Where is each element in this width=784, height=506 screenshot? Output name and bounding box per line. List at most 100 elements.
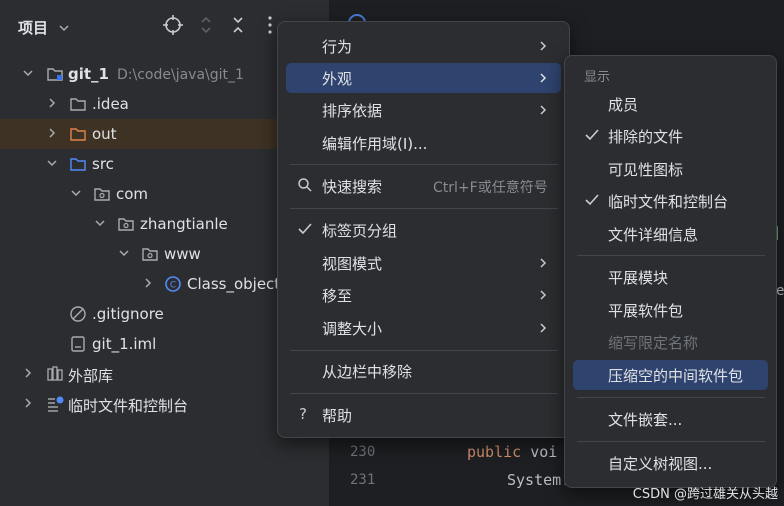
locate-icon[interactable] — [162, 14, 184, 36]
chevron-right-icon — [540, 323, 547, 333]
code-fragment — [776, 226, 784, 240]
tree-label: www — [164, 245, 201, 263]
menu-item-label: 快速搜索 — [322, 178, 383, 196]
menu-item-label: 排序依据 — [322, 102, 383, 120]
menu-item-help[interactable]: ? 帮助 — [286, 400, 561, 430]
tree-label: 临时文件和控制台 — [68, 397, 189, 415]
menu-item-label: 标签页分组 — [322, 222, 398, 240]
source-folder-icon — [70, 158, 86, 171]
menu-item-move-to[interactable]: 移至 — [286, 280, 561, 310]
menu-separator — [577, 255, 765, 256]
submenu-item-compact-middle-packages[interactable]: 压缩空的中间软件包 — [573, 360, 768, 390]
menu-item-shortcut: Ctrl+F或任意符号 — [433, 180, 548, 196]
menu-item-label: 平展软件包 — [608, 302, 684, 320]
tree-label: git_1 D:\code\java\git_1 — [68, 65, 244, 83]
submenu-item-file-nesting[interactable]: 文件嵌套... — [573, 404, 768, 434]
tree-label: .idea — [92, 95, 129, 113]
menu-separator — [577, 441, 765, 442]
menu-item-label: 行为 — [322, 38, 353, 56]
menu-item-remove-from-sidebar[interactable]: 从边栏中移除 — [286, 356, 561, 386]
submenu-section-title: 显示 — [584, 70, 611, 85]
tree-label: .gitignore — [92, 305, 164, 323]
chevron-right-icon — [540, 105, 547, 115]
scratches-icon — [48, 396, 64, 412]
check-icon — [585, 129, 599, 141]
submenu-item-excluded-files[interactable]: 排除的文件 — [573, 121, 768, 151]
watermark: CSDN @跨过雄关从头越 — [632, 487, 778, 502]
ignored-file-icon — [70, 306, 86, 322]
svg-text:C: C — [170, 281, 176, 291]
tree-label: com — [116, 185, 149, 203]
library-icon — [47, 366, 63, 381]
submenu-item-members[interactable]: 成员 — [573, 89, 768, 119]
tree-label: 外部库 — [68, 367, 114, 385]
submenu-item-flatten-modules[interactable]: 平展模块 — [573, 262, 768, 292]
project-path: D:\code\java\git_1 — [117, 67, 244, 83]
java-class-icon: C — [165, 276, 181, 292]
menu-item-label: 编辑作用域(I)... — [322, 135, 428, 153]
folder-icon — [70, 98, 86, 111]
submenu-item-visibility-icons[interactable]: 可见性图标 — [573, 154, 768, 184]
module-file-icon — [71, 336, 85, 352]
menu-item-label: 文件详细信息 — [608, 226, 699, 244]
appearance-submenu: 显示 成员 排除的文件 可见性图标 临时文件和控制台 文件详细信息 平展模块 平… — [564, 55, 777, 488]
menu-item-edit-scopes[interactable]: 编辑作用域(I)... — [286, 128, 561, 158]
chevron-down-icon[interactable] — [58, 22, 70, 34]
code-fragment: e — [776, 283, 784, 299]
check-icon — [298, 223, 312, 235]
menu-item-label: 移至 — [322, 287, 353, 305]
menu-item-label: 排除的文件 — [608, 128, 684, 146]
module-folder-icon — [47, 68, 63, 81]
menu-item-sort-by[interactable]: 排序依据 — [286, 95, 561, 125]
menu-item-label: 临时文件和控制台 — [608, 193, 729, 211]
submenu-item-abbreviate-names: 缩写限定名称 — [573, 327, 768, 357]
submenu-item-scratches[interactable]: 临时文件和控制台 — [573, 186, 768, 216]
project-name: git_1 — [68, 65, 109, 83]
submenu-item-customize-tree-view[interactable]: 自定义树视图... — [573, 448, 768, 478]
panel-title[interactable]: 项目 — [18, 17, 48, 38]
menu-separator — [290, 393, 558, 394]
menu-item-behavior[interactable]: 行为 — [286, 31, 561, 61]
menu-item-view-mode[interactable]: 视图模式 — [286, 248, 561, 278]
chevron-right-icon — [540, 41, 547, 51]
menu-item-appearance[interactable]: 外观 — [286, 63, 561, 93]
code-text: voi — [521, 443, 558, 461]
menu-item-label: 缩写限定名称 — [608, 334, 699, 352]
tree-label: zhangtianle — [140, 215, 228, 233]
tree-label: src — [92, 155, 114, 173]
package-icon — [94, 188, 110, 201]
expand-all-icon[interactable] — [195, 14, 217, 36]
menu-separator — [577, 397, 765, 398]
search-icon — [298, 178, 312, 192]
code-line: public voi — [467, 443, 557, 461]
collapse-all-icon[interactable] — [227, 14, 249, 36]
chevron-right-icon[interactable] — [46, 97, 58, 109]
submenu-item-file-details[interactable]: 文件详细信息 — [573, 219, 768, 249]
menu-separator — [290, 350, 558, 351]
menu-item-label: 从边栏中移除 — [322, 363, 413, 381]
tree-label: out — [92, 125, 117, 143]
submenu-item-flatten-packages[interactable]: 平展软件包 — [573, 295, 768, 325]
tree-label: git_1.iml — [92, 335, 157, 353]
chevron-right-icon[interactable] — [142, 277, 154, 289]
chevron-down-icon[interactable] — [70, 187, 82, 199]
menu-item-label: 调整大小 — [322, 320, 383, 338]
menu-separator — [290, 164, 558, 165]
menu-item-quick-search[interactable]: 快速搜索 Ctrl+F或任意符号 — [286, 171, 561, 201]
menu-item-resize[interactable]: 调整大小 — [286, 313, 561, 343]
package-icon — [142, 248, 158, 261]
chevron-right-icon[interactable] — [22, 367, 34, 379]
chevron-down-icon[interactable] — [94, 217, 106, 229]
line-number: 231 — [350, 472, 376, 488]
chevron-right-icon — [540, 290, 547, 300]
options-menu: 行为 外观 排序依据 编辑作用域(I)... 快速搜索 Ctrl+F或任意符号 … — [277, 21, 570, 438]
menu-item-label: 压缩空的中间软件包 — [608, 367, 744, 385]
menu-item-label: 视图模式 — [322, 255, 383, 273]
chevron-down-icon[interactable] — [46, 157, 58, 169]
chevron-right-icon[interactable] — [22, 397, 34, 409]
chevron-right-icon[interactable] — [46, 127, 58, 139]
code-keyword: public — [467, 443, 522, 461]
chevron-down-icon[interactable] — [118, 247, 130, 259]
menu-item-group-tabs[interactable]: 标签页分组 — [286, 215, 561, 245]
chevron-down-icon[interactable] — [22, 67, 34, 79]
